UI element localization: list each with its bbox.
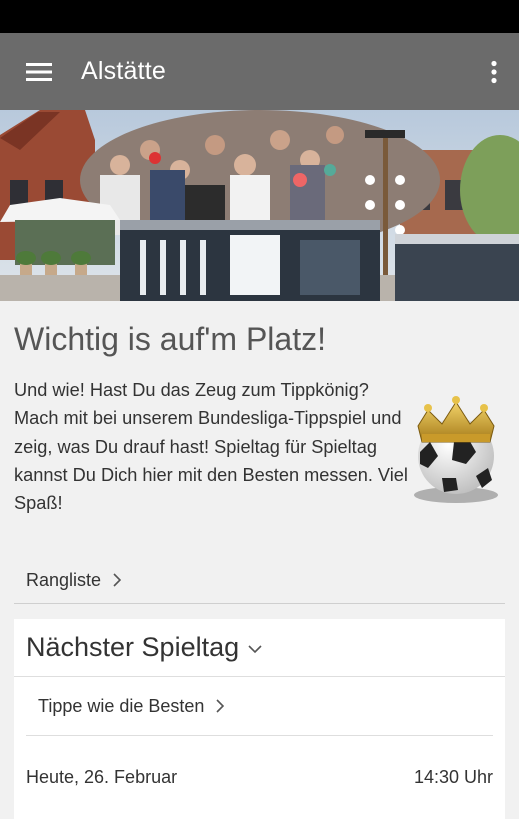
chevron-right-icon — [216, 699, 225, 713]
ranking-link-label: Rangliste — [26, 569, 102, 590]
page-headline: Wichtig is auf'm Platz! — [14, 321, 326, 357]
match-row[interactable]: Heute, 26. Februar 14:30 Uhr — [26, 759, 493, 795]
ranking-link[interactable]: Rangliste — [14, 557, 505, 604]
app-bar: Alstätte — [0, 33, 519, 110]
overflow-menu-button[interactable] — [483, 33, 505, 110]
chevron-down-icon — [248, 645, 262, 654]
next-matchday-header[interactable]: Nächster Spieltag — [14, 619, 505, 677]
soccer-ball-crown-icon — [406, 372, 506, 507]
status-bar — [0, 0, 519, 33]
tip-link-label: Tippe wie die Besten — [38, 695, 205, 716]
more-vertical-icon — [491, 60, 497, 83]
app-title: Alstätte — [81, 57, 166, 85]
hero-image — [0, 110, 519, 301]
hamburger-menu-icon — [26, 62, 52, 81]
chevron-right-icon — [113, 573, 122, 587]
match-date: Heute, 26. Februar — [26, 766, 178, 787]
next-matchday-title: Nächster Spieltag — [26, 632, 240, 662]
tip-like-the-best-link[interactable]: Tippe wie die Besten — [26, 677, 493, 736]
intro-text: Und wie! Hast Du das Zeug zum Tippkönig?… — [14, 380, 408, 514]
next-matchday-card: Nächster Spieltag Tippe wie die Besten H… — [14, 619, 505, 819]
match-time: 14:30 Uhr — [413, 766, 493, 787]
menu-button[interactable] — [0, 33, 78, 110]
